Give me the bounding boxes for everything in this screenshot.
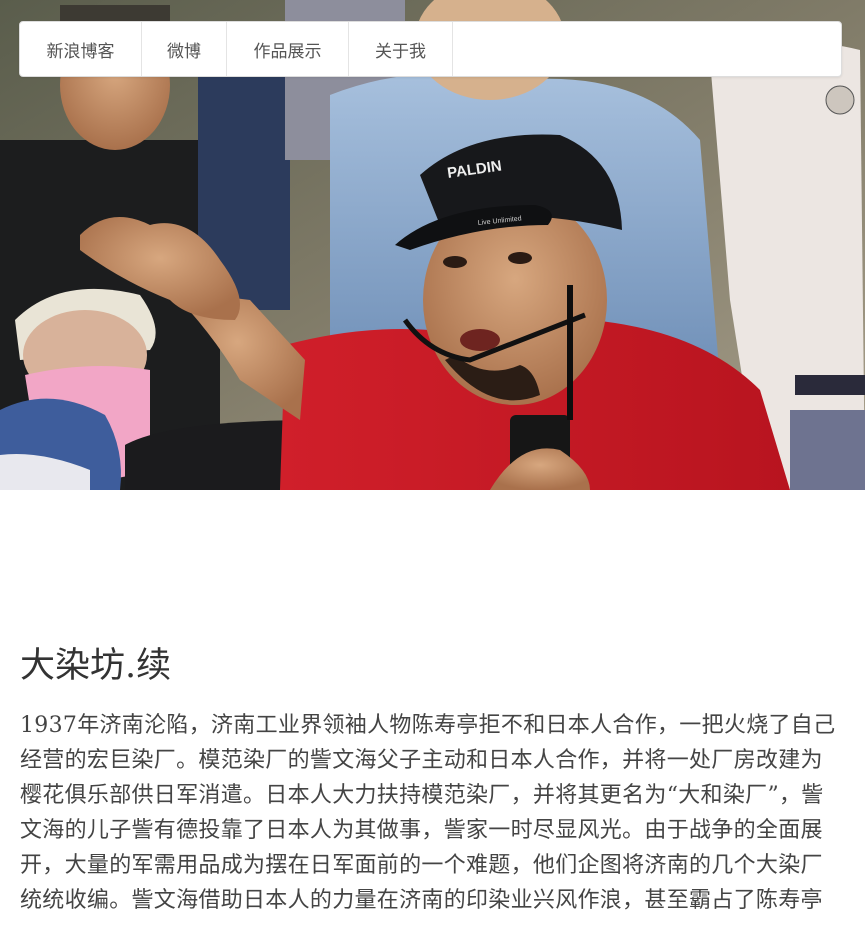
nav-item-sina-blog[interactable]: 新浪博客 — [20, 22, 142, 76]
article: 大染坊.续 1937年济南沦陷，济南工业界领袖人物陈寿亭拒不和日本人合作，一把火… — [20, 640, 845, 918]
top-nav: 新浪博客 微博 作品展示 关于我 — [19, 21, 842, 77]
nav-item-about[interactable]: 关于我 — [349, 22, 453, 76]
article-title: 大染坊.续 — [20, 646, 172, 686]
article-body: 1937年济南沦陷，济南工业界领袖人物陈寿亭拒不和日本人合作，一把火烧了自己经营… — [20, 713, 836, 913]
nav-item-weibo[interactable]: 微博 — [142, 22, 227, 76]
nav-item-portfolio[interactable]: 作品展示 — [227, 22, 349, 76]
